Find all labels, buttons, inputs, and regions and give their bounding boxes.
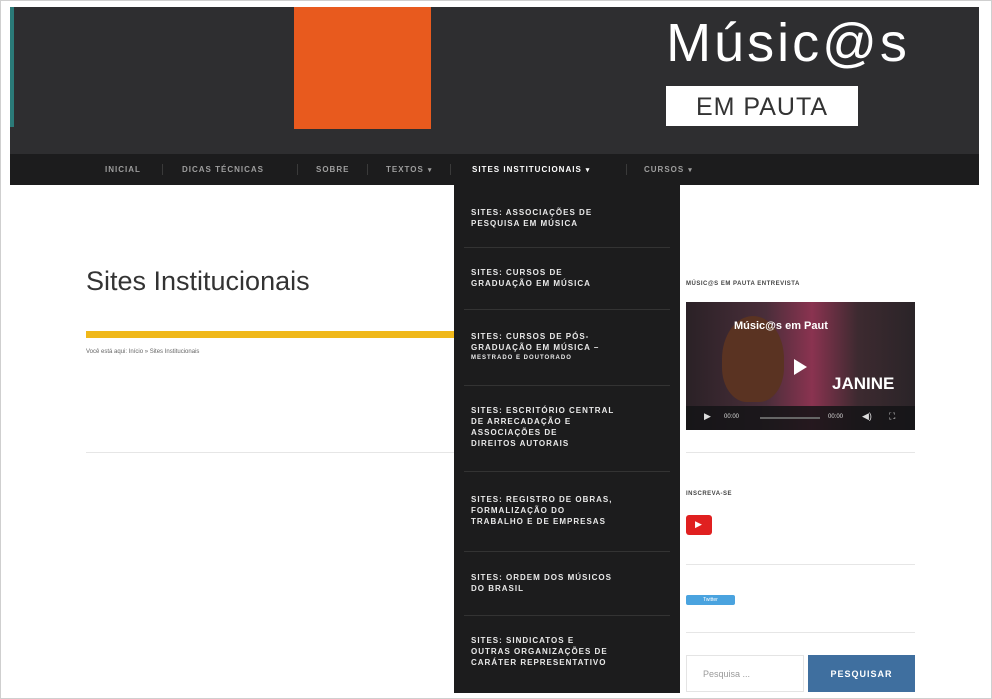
sidebar-divider (686, 564, 915, 565)
site-header: Músic@s EM PAUTA (10, 7, 979, 154)
dropdown-item-line: DIREITOS AUTORAIS (471, 439, 570, 448)
sites-institucionais-dropdown: SITES: ASSOCIAÇÕES DE PESQUISA EM MÚSICA… (454, 185, 680, 693)
main-nav: INICIAL DICAS TÉCNICAS SOBRE TEXTOS ▾ SIT… (10, 154, 979, 185)
dropdown-item-line: SITES: ASSOCIAÇÕES DE (471, 208, 593, 217)
dropdown-item-cursos-pos-graduacao[interactable]: SITES: CURSOS DE PÓS- GRADUAÇÃO EM MÚSIC… (471, 331, 656, 364)
dropdown-item-associacoes-pesquisa[interactable]: SITES: ASSOCIAÇÕES DE PESQUISA EM MÚSICA (471, 207, 656, 229)
twitter-follow-button[interactable]: Twitter (686, 595, 735, 605)
dropdown-item-line: SITES: SINDICATOS E (471, 636, 575, 645)
dropdown-separator (464, 471, 670, 472)
nav-item-sobre[interactable]: SOBRE (316, 154, 349, 185)
dropdown-item-line: GRADUAÇÃO EM MÚSICA (471, 279, 591, 288)
search-button[interactable]: PESQUISAR (808, 655, 915, 692)
nav-item-inicial[interactable]: INICIAL (105, 154, 141, 185)
dropdown-item-line: OUTRAS ORGANIZAÇÕES DE (471, 647, 608, 656)
video-time-current: 00:00 (724, 414, 740, 420)
sidebar-divider (686, 632, 915, 633)
page-title: Sites Institucionais (86, 266, 310, 296)
sidebar-divider (686, 452, 915, 453)
dropdown-item-ordem-musicos[interactable]: SITES: ORDEM DOS MÚSICOS DO BRASIL (471, 572, 656, 594)
dropdown-item-line: DO BRASIL (471, 584, 524, 593)
nav-separator (626, 164, 627, 175)
dropdown-item-escritorio-central[interactable]: SITES: ESCRITÓRIO CENTRAL DE ARRECADAÇÃO… (471, 405, 656, 449)
nav-item-dicas-tecnicas[interactable]: DICAS TÉCNICAS (182, 154, 264, 185)
nav-separator (162, 164, 163, 175)
dropdown-separator (464, 247, 670, 248)
nav-item-cursos[interactable]: CURSOS ▾ (644, 154, 693, 185)
nav-item-sites-institucionais[interactable]: SITES INSTITUCIONAIS ▾ (472, 154, 590, 185)
video-title: Músic@s em Paut (734, 320, 828, 332)
social-widget-title: INSCREVA-SE (686, 491, 733, 497)
video-progress-bar[interactable] (760, 417, 820, 419)
dropdown-separator (464, 309, 670, 310)
title-accent-bar (86, 331, 454, 338)
site-logo-subtitle[interactable]: EM PAUTA (666, 86, 858, 126)
nav-separator (297, 164, 298, 175)
dropdown-item-line: SITES: CURSOS DE PÓS- (471, 332, 590, 341)
content-divider (86, 452, 454, 453)
youtube-subscribe-button[interactable]: ▶ (686, 515, 712, 535)
dropdown-item-line: CARÁTER REPRESENTATIVO (471, 658, 607, 667)
header-orange-block (294, 7, 431, 129)
dropdown-item-line: DE ARRECADAÇÃO E (471, 417, 572, 426)
video-overlay-name: JANINE (832, 374, 895, 393)
dropdown-item-registro-obras[interactable]: SITES: REGISTRO DE OBRAS, FORMALIZAÇÃO D… (471, 494, 656, 527)
header-accent-strip (10, 7, 14, 127)
chevron-down-icon: ▾ (427, 167, 433, 174)
dropdown-item-line: SITES: ESCRITÓRIO CENTRAL (471, 406, 615, 415)
dropdown-separator (464, 615, 670, 616)
dropdown-item-line: SITES: ORDEM DOS MÚSICOS (471, 573, 612, 582)
dropdown-item-cursos-graduacao[interactable]: SITES: CURSOS DE GRADUAÇÃO EM MÚSICA (471, 267, 656, 289)
dropdown-separator (464, 385, 670, 386)
fullscreen-icon[interactable]: ⛶ (889, 411, 895, 422)
dropdown-item-line: PESQUISA EM MÚSICA (471, 219, 579, 228)
video-controls: ▶ 00:00 00:00 ◀) ⛶ (686, 406, 915, 430)
breadcrumb: Você está aqui: Início » Sites Instituci… (86, 349, 200, 355)
dropdown-item-line: TRABALHO E DE EMPRESAS (471, 517, 606, 526)
site-logo-title[interactable]: Músic@s (658, 11, 918, 75)
dropdown-item-line: MESTRADO E DOUTORADO (471, 355, 572, 361)
video-player[interactable]: Músic@s em Paut JANINE ▶ 00:00 00:00 ◀) … (686, 302, 915, 430)
dropdown-item-sindicatos[interactable]: SITES: SINDICATOS E OUTRAS ORGANIZAÇÕES … (471, 635, 656, 668)
nav-separator (450, 164, 451, 175)
video-time-total: 00:00 (828, 414, 844, 420)
play-icon[interactable] (794, 359, 807, 375)
play-button-icon[interactable]: ▶ (704, 411, 711, 422)
nav-item-textos[interactable]: TEXTOS ▾ (386, 154, 432, 185)
dropdown-item-line: SITES: REGISTRO DE OBRAS, (471, 495, 613, 504)
dropdown-item-line: FORMALIZAÇÃO DO (471, 506, 566, 515)
dropdown-item-line: ASSOCIAÇÕES DE (471, 428, 558, 437)
dropdown-separator (464, 551, 670, 552)
video-widget-title: MÚSIC@S EM PAUTA ENTREVISTA (686, 281, 800, 287)
chevron-down-icon: ▾ (688, 167, 693, 174)
dropdown-item-line: GRADUAÇÃO EM MÚSICA – (471, 343, 600, 352)
chevron-down-icon: ▾ (585, 167, 591, 174)
volume-icon[interactable]: ◀) (862, 411, 872, 422)
nav-separator (367, 164, 368, 175)
dropdown-item-line: SITES: CURSOS DE (471, 268, 563, 277)
youtube-play-icon: ▶ (695, 519, 702, 529)
search-input[interactable] (686, 655, 804, 692)
